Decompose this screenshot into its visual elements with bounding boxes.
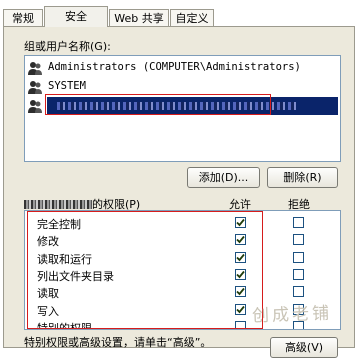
user-group-icon bbox=[27, 79, 43, 95]
redacted-user-name bbox=[24, 200, 92, 209]
user-list[interactable]: Administrators (COMPUTER\Administrators)… bbox=[24, 55, 341, 162]
allow-checkbox[interactable] bbox=[235, 268, 246, 280]
allow-checkbox[interactable] bbox=[235, 286, 246, 298]
permission-label: 列出文件夹目录 bbox=[37, 269, 114, 283]
redacted-user-name bbox=[57, 102, 297, 110]
watermark: 创成老铺 bbox=[251, 303, 333, 327]
permission-label: 修改 bbox=[37, 235, 59, 249]
user-name: SYSTEM bbox=[48, 80, 86, 92]
deny-checkbox[interactable] bbox=[293, 286, 304, 298]
remove-button[interactable]: 删除(R) bbox=[267, 167, 338, 188]
tab-web-sharing[interactable]: Web 共享 bbox=[109, 9, 169, 26]
groups-label: 组或用户名称(G): bbox=[24, 40, 111, 53]
allow-checkbox[interactable] bbox=[235, 320, 246, 329]
tab-general[interactable]: 常规 bbox=[3, 9, 43, 26]
allow-checkbox[interactable] bbox=[235, 217, 246, 228]
allow-checkbox[interactable] bbox=[235, 303, 246, 315]
permission-label: 完全控制 bbox=[37, 218, 81, 231]
tab-custom[interactable]: 自定义 bbox=[170, 9, 214, 26]
allow-checkbox[interactable] bbox=[235, 234, 246, 246]
deny-checkbox[interactable] bbox=[293, 251, 304, 263]
add-button[interactable]: 添加(D)... bbox=[187, 167, 260, 188]
user-row[interactable]: Administrators (COMPUTER\Administrators) bbox=[27, 60, 339, 78]
allow-checkbox[interactable] bbox=[235, 251, 246, 263]
permission-label: 写入 bbox=[37, 304, 59, 318]
user-row[interactable]: SYSTEM bbox=[27, 79, 339, 97]
user-name: Administrators (COMPUTER\Administrators) bbox=[48, 61, 301, 73]
user-group-icon bbox=[27, 60, 43, 76]
deny-checkbox[interactable] bbox=[293, 268, 304, 280]
permission-label: 读取和运行 bbox=[37, 252, 92, 266]
user-row-selected[interactable] bbox=[27, 97, 339, 116]
permission-label: 特别的权限 bbox=[37, 321, 92, 330]
tab-security[interactable]: 安全 bbox=[44, 6, 108, 27]
deny-checkbox[interactable] bbox=[293, 217, 304, 228]
deny-checkbox[interactable] bbox=[293, 234, 304, 246]
tab-bar: 常规 安全 Web 共享 自定义 bbox=[0, 0, 359, 27]
user-group-icon bbox=[27, 98, 43, 114]
permission-label: 读取 bbox=[37, 287, 59, 301]
